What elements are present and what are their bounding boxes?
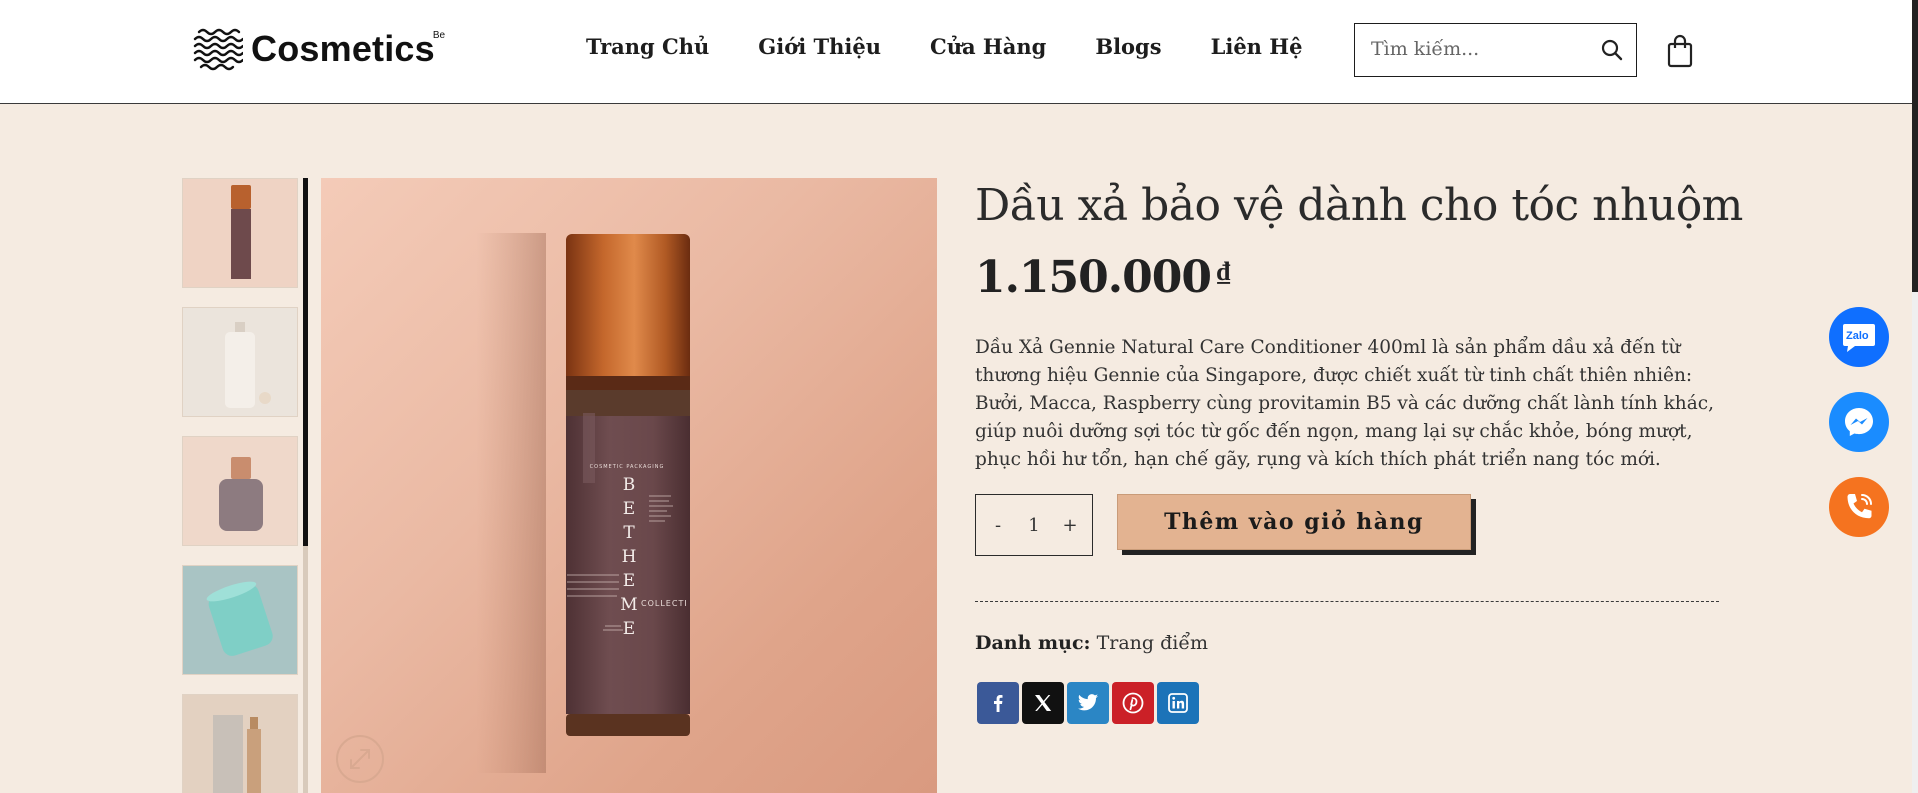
add-to-cart-button[interactable]: Thêm vào giỏ hàng [1117,494,1471,550]
search-input[interactable] [1355,24,1585,74]
divider [975,601,1719,602]
box-thumbnail-image [183,695,297,793]
price-currency: ₫ [1216,257,1230,287]
thumbnail-1[interactable] [182,178,298,288]
quantity-increase-button[interactable]: + [1056,515,1084,536]
main-nav: Trang Chủ Giới Thiệu Cửa Hàng Blogs Liên… [586,34,1351,59]
pump-bottle-thumbnail-image [183,308,297,416]
phone-icon [1847,494,1872,519]
thumbnail-scrollbar-handle[interactable] [303,178,308,546]
jar-thumbnail-image [183,437,297,545]
price-value: 1.150.000 [975,252,1212,303]
bottle-collection-text: COLLECTI [641,599,688,608]
nav-item-home[interactable]: Trang Chủ [586,34,709,59]
thumbnail-5[interactable] [182,694,298,793]
nav-item-contact[interactable]: Liên Hệ [1211,34,1303,59]
thumbnail-2[interactable] [182,307,298,417]
facebook-icon [994,695,1003,712]
twitter-icon [1077,694,1099,711]
share-pinterest-button[interactable] [1112,682,1154,724]
category-label: Danh mục: [975,632,1091,654]
product-title: Dầu xả bảo vệ dành cho tóc nhuộm [975,180,1743,231]
phone-call-button[interactable] [1829,477,1889,537]
brand-name: Cosmetics [251,28,435,69]
nav-item-blogs[interactable]: Blogs [1095,34,1161,59]
tub-thumbnail-image [183,566,297,674]
share-facebook-button[interactable] [977,682,1019,724]
bottle-letter: E [623,571,635,591]
bottle-letter: M [620,595,637,615]
bottle-thumbnail-image [183,179,297,287]
bottle-letter: T [623,523,635,543]
category-link[interactable]: Trang điểm [1097,632,1208,654]
thumbnail-3[interactable] [182,436,298,546]
zoom-icon[interactable] [335,734,385,784]
linkedin-icon [1168,693,1188,713]
bottle-header-text: COSMETIC PACKAGING [590,464,665,470]
product-price: 1.150.000 ₫ [975,252,1230,303]
share-buttons [977,682,1199,724]
nav-item-shop[interactable]: Cửa Hàng [930,34,1046,59]
search-icon[interactable] [1600,38,1624,62]
share-twitter-button[interactable] [1067,682,1109,724]
bottle-letter: B [623,475,636,495]
bottle-letter: E [623,499,635,519]
share-x-button[interactable] [1022,682,1064,724]
messenger-chat-button[interactable] [1829,392,1889,452]
share-linkedin-button[interactable] [1157,682,1199,724]
x-icon [1035,695,1052,711]
quantity-input[interactable]: 1 [1014,515,1054,536]
logo[interactable]: Cosmetics Be [193,24,447,74]
nav-item-about[interactable]: Giới Thiệu [758,34,881,59]
page-scrollbar-handle[interactable] [1912,0,1918,292]
pinterest-icon [1122,692,1144,714]
quantity-stepper: - 1 + [975,494,1093,556]
product-main-image[interactable]: COSMETIC PACKAGING B E T H E M E COLLECT… [321,178,937,793]
brand-superscript: Be [432,29,446,41]
product-category: Danh mục: Trang điểm [975,632,1208,654]
zalo-chat-button[interactable]: Zalo [1829,307,1889,367]
product-description: Dầu Xả Gennie Natural Care Conditioner 4… [975,337,1714,470]
messenger-icon [1845,408,1873,436]
search-box [1354,23,1637,77]
zalo-label: Zalo [1846,330,1869,342]
site-header: Cosmetics Be Trang Chủ Giới Thiệu Cửa Hà… [0,0,1918,104]
bottle-image: COSMETIC PACKAGING B E T H E M E COLLECT… [476,233,690,773]
quantity-decrease-button[interactable]: - [984,515,1012,536]
bottle-letter: E [623,619,635,639]
waves-logo-icon [193,28,243,71]
thumbnail-4[interactable] [182,565,298,675]
bottle-letter: H [622,547,637,567]
thumbnail-list [182,178,298,793]
shopping-bag-icon[interactable] [1666,34,1694,68]
